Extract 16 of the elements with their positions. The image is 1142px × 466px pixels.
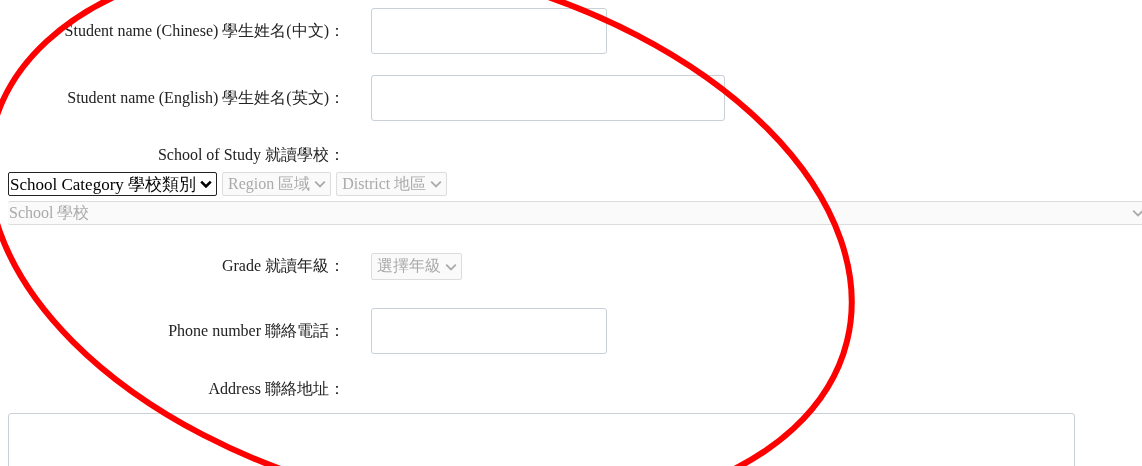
field-label: Student name (English) 學生姓名(英文)：: [66, 87, 345, 109]
dropdown[interactable]: School Category 學校類別: [8, 172, 218, 196]
field-label: School of Study 就讀學校：: [156, 144, 345, 166]
chevron-down-icon: [200, 180, 213, 188]
field-label: Address 聯絡地址：: [207, 378, 345, 399]
input-field[interactable]: [371, 75, 725, 121]
chevron-down-icon: [1132, 209, 1142, 217]
input-field[interactable]: [371, 308, 607, 354]
field-label: Grade 就讀年級：: [220, 256, 345, 276]
chevron-down-icon: [430, 180, 443, 188]
address-field[interactable]: [8, 413, 1075, 466]
chevron-down-icon: [314, 180, 327, 188]
chevron-down-icon: [445, 262, 457, 271]
field-label: Phone number 聯絡電話：: [167, 320, 345, 341]
field-label: Student name (Chinese) 學生姓名(中文)：: [63, 20, 345, 42]
input-field[interactable]: [371, 8, 607, 54]
